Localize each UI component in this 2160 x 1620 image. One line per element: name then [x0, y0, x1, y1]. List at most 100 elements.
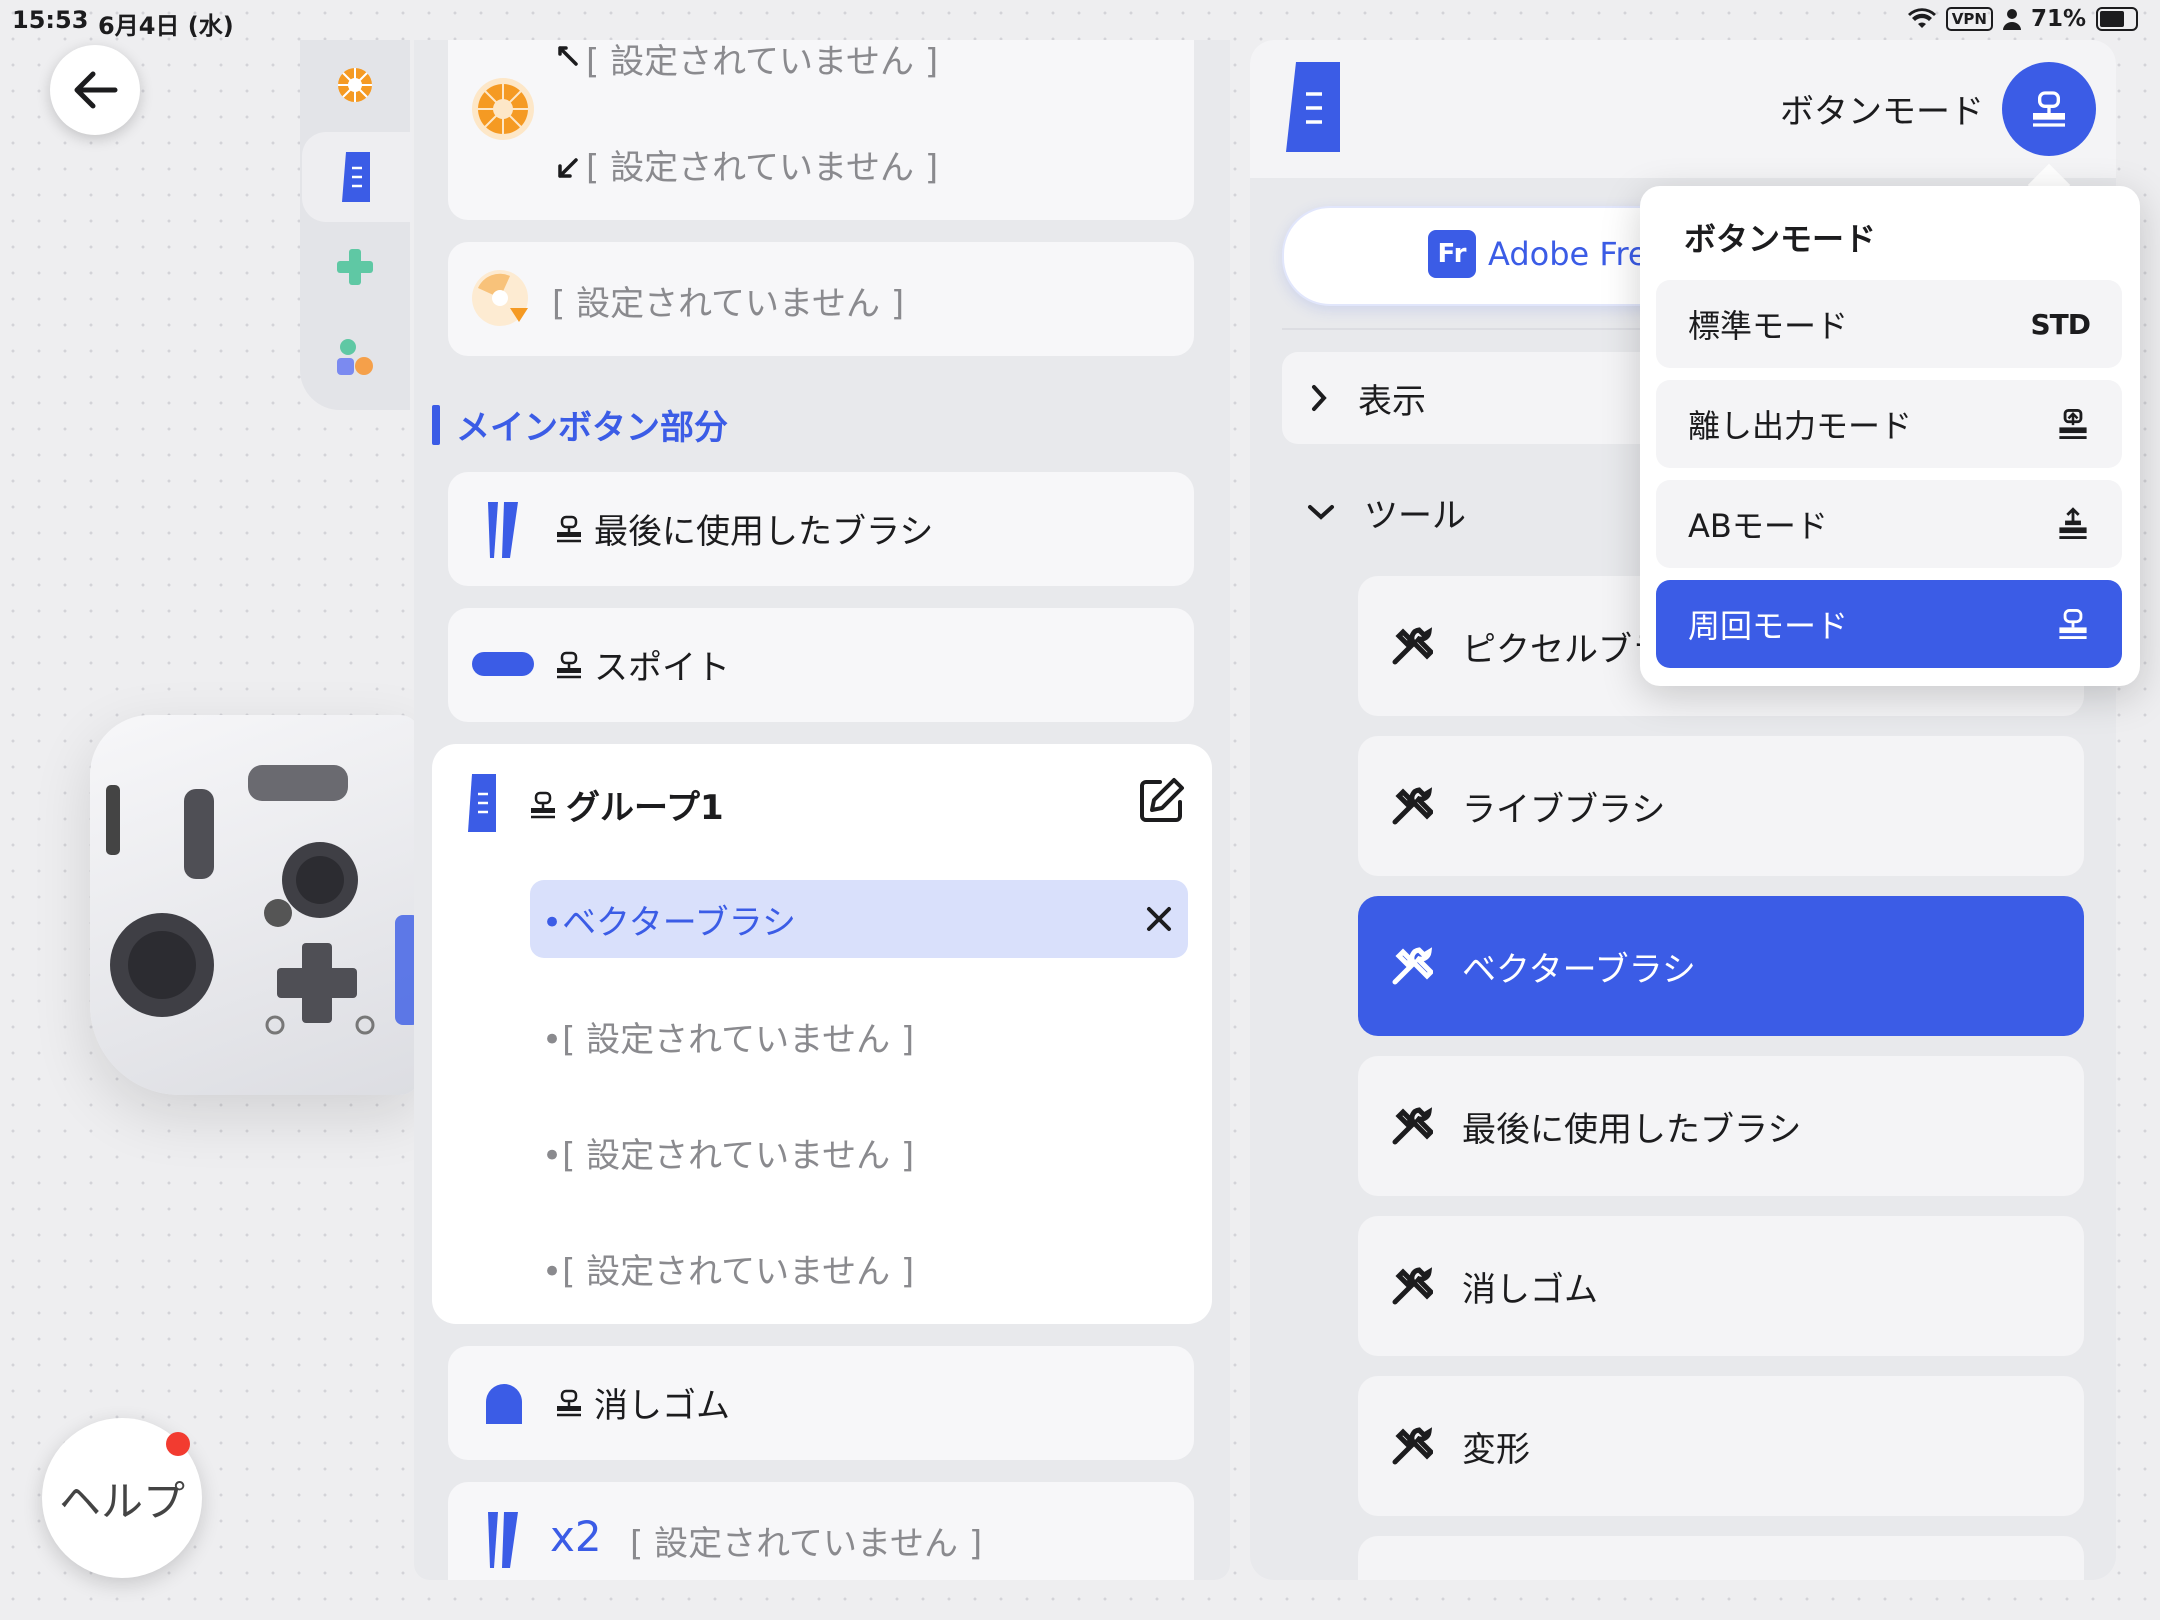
back-button[interactable]	[50, 45, 140, 135]
group-item[interactable]: •[ 設定されていません ]	[542, 1128, 914, 1177]
button-group-icon	[342, 152, 370, 202]
group-item-selected[interactable]: •ベクターブラシ	[530, 880, 1188, 958]
group-title-row: グループ1	[528, 780, 724, 829]
popover-title: ボタンモード	[1684, 220, 1877, 258]
cycle-mode-icon	[2059, 608, 2087, 640]
tool-label: 消しゴム	[1462, 1269, 1598, 1310]
release-output-icon	[2059, 408, 2087, 440]
tool-item[interactable]: 消しゴム	[1358, 1216, 2084, 1356]
dial-orange-icon	[472, 78, 534, 140]
dial-down-text: [ 設定されていません ]	[586, 148, 939, 188]
battery-icon	[2096, 7, 2138, 31]
section-marker	[432, 404, 440, 445]
main-button-eraser[interactable]: 消しゴム	[448, 1346, 1194, 1460]
mode-label: 周回モード	[1688, 607, 1849, 645]
main-button-label: 消しゴム	[594, 1386, 730, 1426]
status-date: 6月4日 (水)	[98, 12, 234, 40]
tab-dial[interactable]	[300, 40, 410, 130]
dial-fan-card[interactable]: [ 設定されていません ]	[448, 242, 1194, 356]
dial-down-row: [ 設定されていません ]	[556, 140, 938, 189]
long-button-icon	[488, 502, 518, 558]
tools-icon	[1388, 623, 1434, 669]
section-title-text: メインボタン部分	[456, 408, 728, 448]
main-button-row: 最後に使用したブラシ	[554, 504, 933, 553]
mode-standard[interactable]: 標準モード STD	[1656, 280, 2122, 368]
button-group-icon	[468, 774, 496, 832]
tab-dpad[interactable]	[300, 222, 410, 312]
controller-illustration	[106, 765, 420, 1035]
arrow-down-left-icon	[558, 157, 578, 178]
main-button-row: 消しゴム	[554, 1378, 730, 1427]
main-button-last-brush[interactable]: 最後に使用したブラシ	[448, 472, 1194, 586]
main-button-eyedropper[interactable]: スポイト	[448, 608, 1194, 722]
cycle-mode-small-icon	[557, 515, 581, 542]
person-icon	[2002, 9, 2021, 30]
mode-cycle[interactable]: 周回モード	[1656, 580, 2122, 668]
group-item-label: •ベクターブラシ	[542, 902, 796, 943]
arrow-up-left-icon	[558, 45, 578, 66]
section-tools-label: ツール	[1364, 495, 1466, 536]
shapes-icon	[337, 339, 373, 375]
group-item[interactable]: •[ 設定されていません ]	[542, 1012, 914, 1061]
wide-button-icon	[472, 652, 534, 676]
tool-label: 最後に使用したブラシ	[1462, 1109, 1802, 1150]
tool-item[interactable]: 最後に使用したブラシ	[1358, 1056, 2084, 1196]
status-time: 15:53	[12, 6, 89, 34]
group-card[interactable]: グループ1 •ベクターブラシ •[ 設定されていません ] •[ 設定されていま…	[432, 744, 1212, 1324]
mode-ab[interactable]: ABモード	[1656, 480, 2122, 568]
group-title: グループ1	[566, 788, 724, 828]
button-mode-toggle[interactable]	[2002, 62, 2096, 156]
notification-dot	[166, 1432, 190, 1456]
tool-item-selected[interactable]: ベクターブラシ	[1358, 896, 2084, 1036]
wifi-icon	[1907, 8, 1936, 29]
dial-icon	[338, 68, 372, 102]
std-badge-icon: STD	[2030, 307, 2091, 341]
tool-item[interactable]: ライブブラシ	[1358, 736, 2084, 876]
edit-icon[interactable]	[1138, 776, 1186, 824]
section-title-main-buttons: メインボタン部分	[432, 400, 728, 449]
tab-buttons[interactable]	[302, 132, 412, 222]
mode-label: ABモード	[1688, 507, 1828, 545]
chevron-down-icon	[1308, 505, 1334, 520]
group-item[interactable]: •[ 設定されていません ]	[542, 1244, 914, 1293]
main-button-x2[interactable]: x2 [ 設定されていません ]	[448, 1482, 1194, 1580]
tab-shapes[interactable]	[300, 312, 410, 402]
fresco-app-icon: Fr	[1428, 230, 1476, 278]
dial-up-text: [ 設定されていません ]	[586, 42, 939, 82]
mode-release-output[interactable]: 離し出力モード	[1656, 380, 2122, 468]
round-top-button-icon	[486, 1384, 522, 1424]
close-icon[interactable]	[1144, 904, 1174, 934]
main-button-row: スポイト	[554, 640, 730, 689]
mode-label: 標準モード	[1688, 307, 1849, 345]
x2-button-text: [ 設定されていません ]	[630, 1524, 983, 1564]
battery-percent: 71%	[2030, 6, 2086, 32]
dial-card[interactable]: [ 設定されていません ] [ 設定されていません ]	[448, 40, 1194, 220]
cycle-mode-small-icon	[531, 791, 555, 818]
controller-image	[90, 715, 420, 1095]
main-button-label: スポイト	[594, 648, 730, 688]
tools-icon	[1388, 1423, 1434, 1469]
tools-icon	[1388, 783, 1434, 829]
long-button-icon	[488, 1512, 518, 1568]
tool-item[interactable]: 変形	[1358, 1376, 2084, 1516]
dial-fan-text: [ 設定されていません ]	[552, 284, 905, 324]
tools-icon	[1388, 1263, 1434, 1309]
cycle-mode-small-icon	[557, 651, 581, 678]
tool-label: ベクターブラシ	[1462, 949, 1696, 990]
dial-fan-icon	[472, 270, 528, 326]
tool-label: ライブブラシ	[1462, 789, 1666, 830]
tool-item-partial[interactable]	[1358, 1536, 2084, 1580]
multiplier-label: x2	[550, 1512, 602, 1561]
arrow-left-icon	[74, 71, 118, 109]
tools-icon	[1388, 1103, 1434, 1149]
dpad-icon	[337, 249, 373, 285]
help-button[interactable]: ヘルプ	[42, 1418, 202, 1578]
button-group-icon	[1286, 62, 1340, 152]
device-tabs	[300, 40, 412, 410]
chevron-right-icon	[1312, 385, 1327, 411]
help-label: ヘルプ	[58, 1476, 185, 1526]
cycle-mode-icon	[2033, 91, 2065, 127]
tools-icon	[1388, 943, 1434, 989]
function-panel-header: ボタンモード	[1250, 40, 2116, 178]
mode-label: 離し出力モード	[1688, 407, 1913, 445]
